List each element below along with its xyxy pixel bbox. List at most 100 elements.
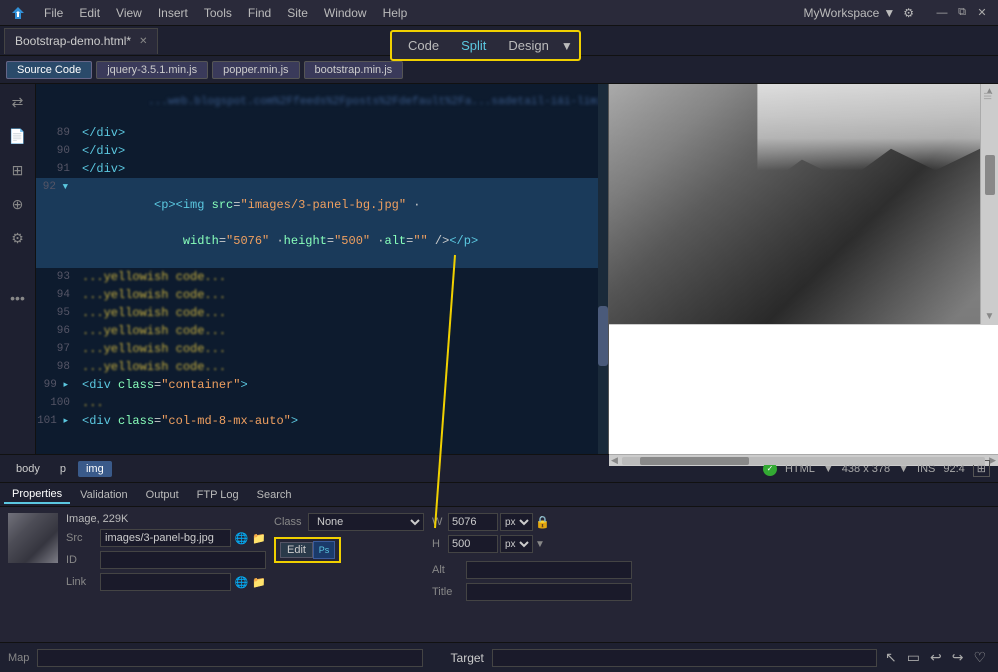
- edit-button[interactable]: Edit: [280, 542, 313, 558]
- target-input[interactable]: [492, 649, 877, 667]
- view-toggle-bar: Code Split Design ▼: [390, 30, 581, 61]
- menu-tools[interactable]: Tools: [196, 0, 240, 26]
- title-row: Title: [432, 583, 632, 601]
- link-browse-icon[interactable]: 🌐: [235, 576, 249, 589]
- redo-icon[interactable]: ↪: [952, 649, 964, 666]
- breadcrumb-p[interactable]: p: [52, 461, 74, 477]
- code-line-94: 94 ...yellowish code...: [36, 286, 608, 304]
- id-input[interactable]: [100, 551, 266, 569]
- file-tab-bootstrap[interactable]: Bootstrap-demo.html* ✕: [4, 28, 158, 54]
- menu-help[interactable]: Help: [375, 0, 416, 26]
- code-line-99: 99 ▸ <div class="container">: [36, 376, 608, 394]
- props-tab-output[interactable]: Output: [138, 487, 187, 503]
- lock-icon[interactable]: 🔒: [535, 515, 550, 529]
- props-tab-validation[interactable]: Validation: [72, 487, 136, 503]
- code-line-89: 89 </div>: [36, 124, 608, 142]
- image-thumbnail: [8, 513, 58, 563]
- restore-button[interactable]: ⧉: [954, 5, 970, 21]
- image-info-label: Image, 229K: [66, 513, 266, 525]
- jquery-tab-button[interactable]: jquery-3.5.1.min.js: [96, 61, 208, 79]
- panel-toggle-icon[interactable]: ⇄: [4, 88, 32, 116]
- popper-tab-button[interactable]: popper.min.js: [212, 61, 299, 79]
- menu-view[interactable]: View: [108, 0, 150, 26]
- menu-edit[interactable]: Edit: [71, 0, 108, 26]
- edit-button-group: Edit Ps: [274, 537, 341, 563]
- link-row: Link 🌐 📁: [66, 573, 266, 591]
- props-tab-search[interactable]: Search: [249, 487, 300, 503]
- breadcrumb-img[interactable]: img: [78, 461, 112, 477]
- props-tab-properties[interactable]: Properties: [4, 486, 70, 504]
- insert-icon[interactable]: ⊕: [4, 190, 32, 218]
- code-line-90: 90 </div>: [36, 142, 608, 160]
- map-input[interactable]: [37, 649, 422, 667]
- main-area: ⇄ 📄 ⊞ ⊕ ⚙ ••• ...web.blogspot.com%2Ffeed…: [0, 84, 998, 454]
- menu-site[interactable]: Site: [279, 0, 316, 26]
- split-view-button[interactable]: Split: [451, 35, 496, 56]
- src-folder-icon[interactable]: 📁: [252, 532, 266, 545]
- minimize-button[interactable]: —: [934, 5, 950, 21]
- breadcrumb-body[interactable]: body: [8, 461, 48, 477]
- code-line-95: 95 ...yellowish code...: [36, 304, 608, 322]
- filter-icon[interactable]: ≡: [983, 88, 992, 105]
- code-line-92[interactable]: 92 ▼ <p><img src="images/3-panel-bg.jpg"…: [36, 178, 608, 268]
- code-line-98: 98 ...yellowish code...: [36, 358, 608, 376]
- menu-file[interactable]: File: [36, 0, 71, 26]
- workspace-selector[interactable]: MyWorkspace ▼: [804, 6, 896, 20]
- source-code-button[interactable]: Source Code: [6, 61, 92, 79]
- menu-window[interactable]: Window: [316, 0, 375, 26]
- menu-find[interactable]: Find: [240, 0, 279, 26]
- link-folder-icon[interactable]: 📁: [252, 576, 266, 589]
- design-view-button[interactable]: Design: [498, 35, 558, 56]
- undo-icon[interactable]: ↩: [930, 649, 942, 666]
- hscroll-right-icon[interactable]: ▶: [989, 455, 996, 466]
- bootstrap-tab-button[interactable]: bootstrap.min.js: [304, 61, 404, 79]
- files-icon[interactable]: 📄: [4, 122, 32, 150]
- alt-row: Alt: [432, 561, 632, 579]
- settings-icon[interactable]: ⚙: [903, 6, 914, 20]
- design-hscrollbar[interactable]: ◀ ▶: [609, 454, 998, 466]
- pointer-tool-icon[interactable]: ↖: [885, 649, 897, 666]
- code-view-button[interactable]: Code: [398, 35, 449, 56]
- width-input[interactable]: [448, 513, 498, 531]
- title-input[interactable]: [466, 583, 632, 601]
- hscroll-left-icon[interactable]: ◀: [611, 455, 618, 466]
- design-scrollbar[interactable]: ▲ ▼: [980, 84, 998, 324]
- workspace-arrow-icon: ▼: [883, 6, 895, 20]
- link-label: Link: [66, 576, 96, 588]
- heart-icon: ♡: [973, 649, 986, 666]
- map-target-bar: Map Target ↖ ▭ ↩ ↪ ♡: [0, 642, 998, 672]
- scrollbar-down-icon[interactable]: ▼: [985, 311, 995, 322]
- scrollbar-thumb[interactable]: [598, 306, 608, 366]
- src-label: Src: [66, 532, 96, 544]
- code-line-97: 97 ...yellowish code...: [36, 340, 608, 358]
- code-line-101: 101 ▸ <div class="col-md-8-mx-auto">: [36, 412, 608, 430]
- design-white-area: [609, 324, 998, 454]
- menu-insert[interactable]: Insert: [150, 0, 196, 26]
- photoshop-button[interactable]: Ps: [313, 541, 335, 559]
- alt-input[interactable]: [466, 561, 632, 579]
- more-icon[interactable]: •••: [4, 284, 32, 312]
- src-browse-icon[interactable]: 🌐: [235, 532, 249, 545]
- height-unit-select[interactable]: px: [500, 535, 533, 553]
- height-row: H px ▼: [432, 535, 632, 553]
- code-line-96: 96 ...yellowish code...: [36, 322, 608, 340]
- id-row: ID: [66, 551, 266, 569]
- props-tab-ftplog[interactable]: FTP Log: [189, 487, 247, 503]
- code-scrollbar[interactable]: [598, 84, 608, 454]
- code-editor[interactable]: ...web.blogspot.com%2Ffeeds%2Fposts%2Fde…: [36, 84, 608, 454]
- view-dropdown-icon[interactable]: ▼: [561, 39, 573, 53]
- tab-close-bootstrap[interactable]: ✕: [139, 36, 147, 47]
- workspace-label: MyWorkspace: [804, 6, 880, 20]
- map-label: Map: [8, 652, 29, 664]
- close-button[interactable]: ✕: [974, 5, 990, 21]
- h-label: H: [432, 538, 446, 550]
- width-unit-select[interactable]: px: [500, 513, 533, 531]
- link-input[interactable]: [100, 573, 231, 591]
- height-input[interactable]: [448, 535, 498, 553]
- class-select[interactable]: None: [308, 513, 424, 531]
- assets-icon[interactable]: ⊞: [4, 156, 32, 184]
- src-input[interactable]: [100, 529, 231, 547]
- css-icon[interactable]: ⚙: [4, 224, 32, 252]
- props-content: Image, 229K Src 🌐 📁 ID Link 🌐 📁 Class: [0, 507, 998, 642]
- rect-tool-icon[interactable]: ▭: [907, 649, 920, 666]
